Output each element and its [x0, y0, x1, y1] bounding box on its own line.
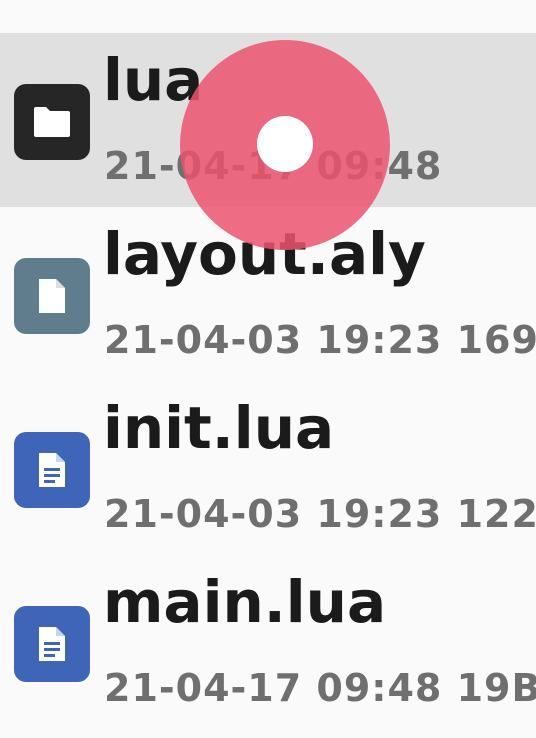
document-icon: [14, 606, 90, 682]
file-name: init.lua: [103, 394, 335, 462]
file-name: lua: [103, 46, 204, 114]
file-list: lua 21-04-17 09:48 layout.aly 21-04-03 1…: [0, 33, 536, 729]
file-name: layout.aly: [103, 220, 426, 288]
file-icon: [14, 258, 90, 334]
file-name: main.lua: [103, 568, 387, 636]
file-meta: 21-04-17 09:48: [104, 144, 443, 188]
file-row-init-lua[interactable]: init.lua 21-04-03 19:23 122: [0, 381, 536, 555]
file-row-layout-aly[interactable]: layout.aly 21-04-03 19:23 169: [0, 207, 536, 381]
file-meta: 21-04-17 09:48 19B: [104, 666, 536, 710]
folder-icon: [14, 84, 90, 160]
file-row-main-lua[interactable]: main.lua 21-04-17 09:48 19B: [0, 555, 536, 729]
file-meta: 21-04-03 19:23 169: [104, 318, 536, 362]
file-row-lua[interactable]: lua 21-04-17 09:48: [0, 33, 536, 207]
file-meta: 21-04-03 19:23 122: [104, 492, 536, 536]
document-icon: [14, 432, 90, 508]
